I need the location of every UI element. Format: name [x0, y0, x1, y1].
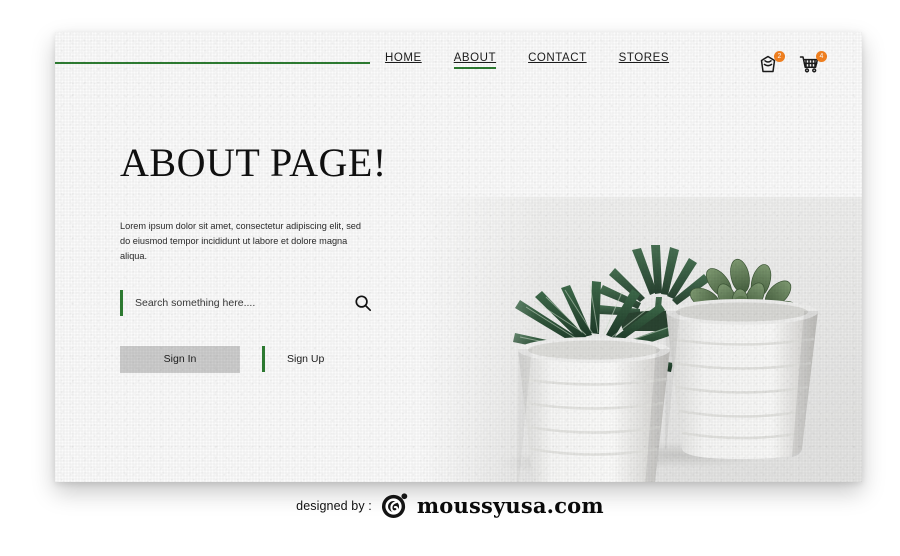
nav-item-stores[interactable]: STORES — [619, 52, 669, 69]
main-navigation: HOME ABOUT CONTACT STORES — [385, 52, 669, 69]
search-submit-button[interactable] — [354, 294, 372, 312]
shopping-cart-badge: 4 — [816, 51, 827, 62]
nav-item-contact[interactable]: CONTACT — [528, 52, 587, 69]
nav-item-about[interactable]: ABOUT — [453, 52, 497, 69]
header-accent-line — [55, 62, 370, 64]
sign-in-button[interactable]: Sign In — [120, 345, 240, 373]
website-mockup-card: HOME ABOUT CONTACT STORES 2 4 ABOUT PAGE… — [55, 32, 862, 482]
hero-content: ABOUT PAGE! Lorem ipsum dolor sit amet, … — [120, 142, 450, 373]
shopping-bag-badge: 2 — [774, 51, 785, 62]
header-icon-group: 2 4 — [756, 51, 827, 78]
credit-prefix: designed by : — [296, 498, 372, 513]
shopping-cart-button[interactable]: 4 — [798, 51, 827, 78]
search-accent-bar — [120, 289, 123, 316]
credit-brand: moussyusa.com — [416, 493, 604, 518]
hero-paragraph: Lorem ipsum dolor sit amet, consectetur … — [120, 221, 362, 261]
designer-credit: designed by : moussyusa.com — [0, 492, 900, 519]
hero-image — [422, 197, 862, 482]
search-icon — [355, 295, 372, 311]
auth-divider — [262, 346, 265, 373]
nav-item-home[interactable]: HOME — [385, 52, 422, 69]
search-bar — [120, 288, 372, 318]
page-title: ABOUT PAGE! — [120, 140, 387, 185]
auth-actions: Sign In Sign Up — [120, 345, 450, 373]
moussyusa-logo-icon — [381, 493, 408, 519]
sign-up-button[interactable]: Sign Up — [287, 353, 324, 365]
shopping-bag-button[interactable]: 2 — [756, 51, 785, 78]
screenshot-canvas: HOME ABOUT CONTACT STORES 2 4 ABOUT PAGE… — [0, 0, 900, 556]
search-input[interactable] — [135, 296, 325, 309]
